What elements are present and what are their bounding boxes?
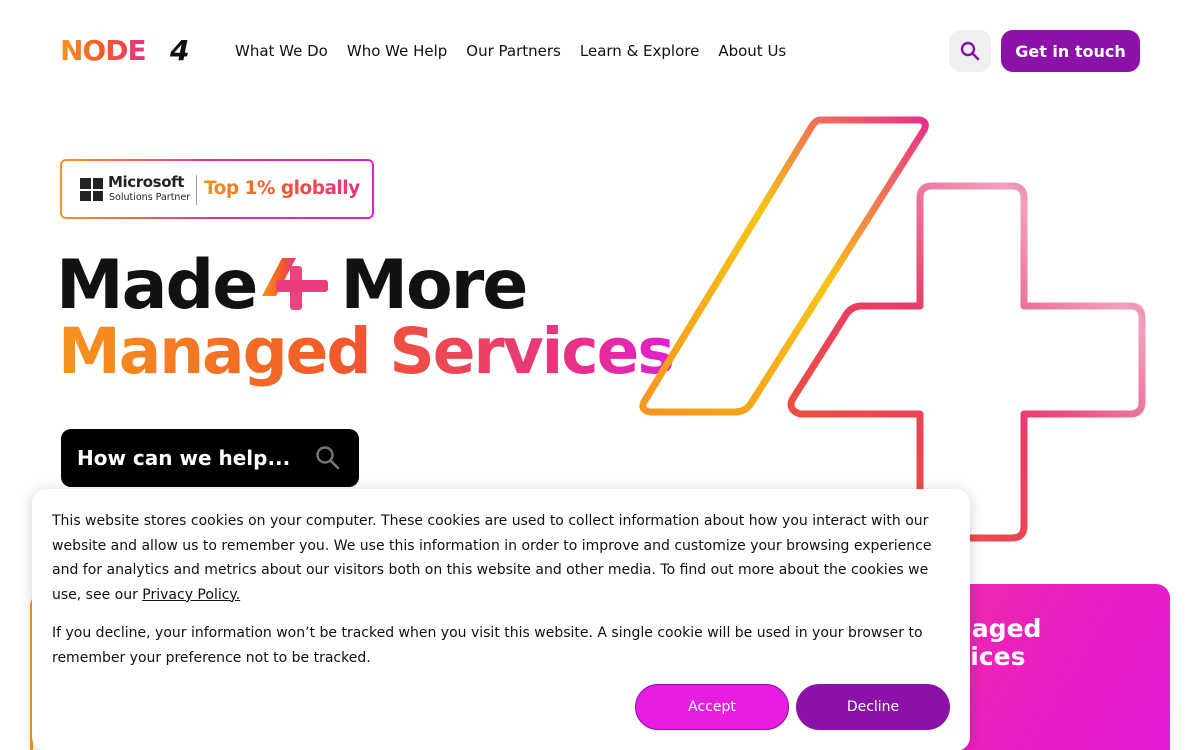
nav-item-about-us[interactable]: About Us [718,40,786,62]
inline-four-icon [262,258,328,310]
accept-cookies-button[interactable]: Accept [635,684,789,730]
search-icon [960,41,980,61]
node4-logo[interactable]: NODE 4 [60,36,200,66]
nav-item-learn-explore[interactable]: Learn & Explore [580,40,699,62]
badge-subtitle: Solutions Partner [109,192,191,203]
cookie-consent-banner: This website stores cookies on your comp… [32,489,970,750]
decline-cookies-button[interactable]: Decline [796,684,950,730]
help-search-placeholder: How can we help... [77,446,291,470]
nav-item-our-partners[interactable]: Our Partners [466,40,561,62]
hero-four-plus-graphic [639,116,1146,542]
logo-wordmark: NODE [60,34,147,67]
nav-item-who-we-help[interactable]: Who We Help [347,40,447,62]
main-navigation: What We Do Who We Help Our Partners Lear… [235,40,786,62]
hero-headline-line2: Managed Services [58,313,675,391]
logo-four-mark: 4 [170,34,190,67]
microsoft-partner-badge: Microsoft Solutions Partner Top 1% globa… [60,159,374,219]
get-in-touch-button[interactable]: Get in touch [1001,30,1140,72]
microsoft-logo-icon [80,178,103,201]
badge-company-name: Microsoft [108,173,184,191]
cookie-decline-info: If you decline, your information won’t b… [52,625,923,666]
badge-divider [196,175,197,205]
help-search-input[interactable]: How can we help... [61,429,359,487]
privacy-policy-link[interactable]: Privacy Policy. [142,587,240,603]
cookie-notice-text: This website stores cookies on your comp… [52,513,932,603]
badge-rank: Top 1% globally [204,178,360,199]
search-icon [316,446,340,470]
header-search-button[interactable] [949,30,991,72]
nav-item-what-we-do[interactable]: What We Do [235,40,328,62]
